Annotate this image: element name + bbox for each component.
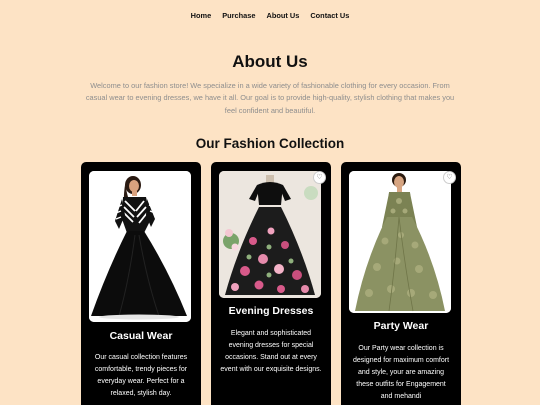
product-card-party[interactable]: ♡ Party Wear Our Party wear collection i…: [341, 162, 461, 405]
about-description: Welcome to our fashion store! We special…: [85, 81, 455, 115]
nav-purchase-link[interactable]: Purchase: [222, 11, 255, 20]
heart-icon[interactable]: ♡: [443, 171, 456, 184]
card-title: Party Wear: [373, 320, 429, 332]
product-card-evening[interactable]: ♡ Evening Dresses Elegant and sophistica…: [211, 162, 331, 405]
heart-icon[interactable]: ♡: [313, 171, 326, 184]
nav-about-link[interactable]: About Us: [266, 11, 299, 20]
evening-dresses-image: [219, 171, 321, 298]
top-nav: Home Purchase About Us Contact Us: [0, 11, 540, 20]
card-title: Casual Wear: [109, 330, 173, 342]
about-title: About Us: [232, 52, 308, 71]
nav-home-link[interactable]: Home: [191, 11, 212, 20]
collection-title: Our Fashion Collection: [195, 136, 345, 151]
party-wear-image: [349, 171, 451, 313]
card-description: Our Party wear collection is designed fo…: [352, 345, 450, 400]
nav-contact-link[interactable]: Contact Us: [310, 11, 349, 20]
card-description: Our casual collection features comfortab…: [94, 354, 188, 397]
product-card-casual[interactable]: Casual Wear Our casual collection featur…: [81, 162, 201, 405]
casual-wear-image: [89, 171, 191, 322]
card-description: Elegant and sophisticated evening dresse…: [220, 330, 322, 373]
page: Home Purchase About Us Contact Us About …: [0, 0, 540, 405]
card-title: Evening Dresses: [228, 305, 314, 317]
